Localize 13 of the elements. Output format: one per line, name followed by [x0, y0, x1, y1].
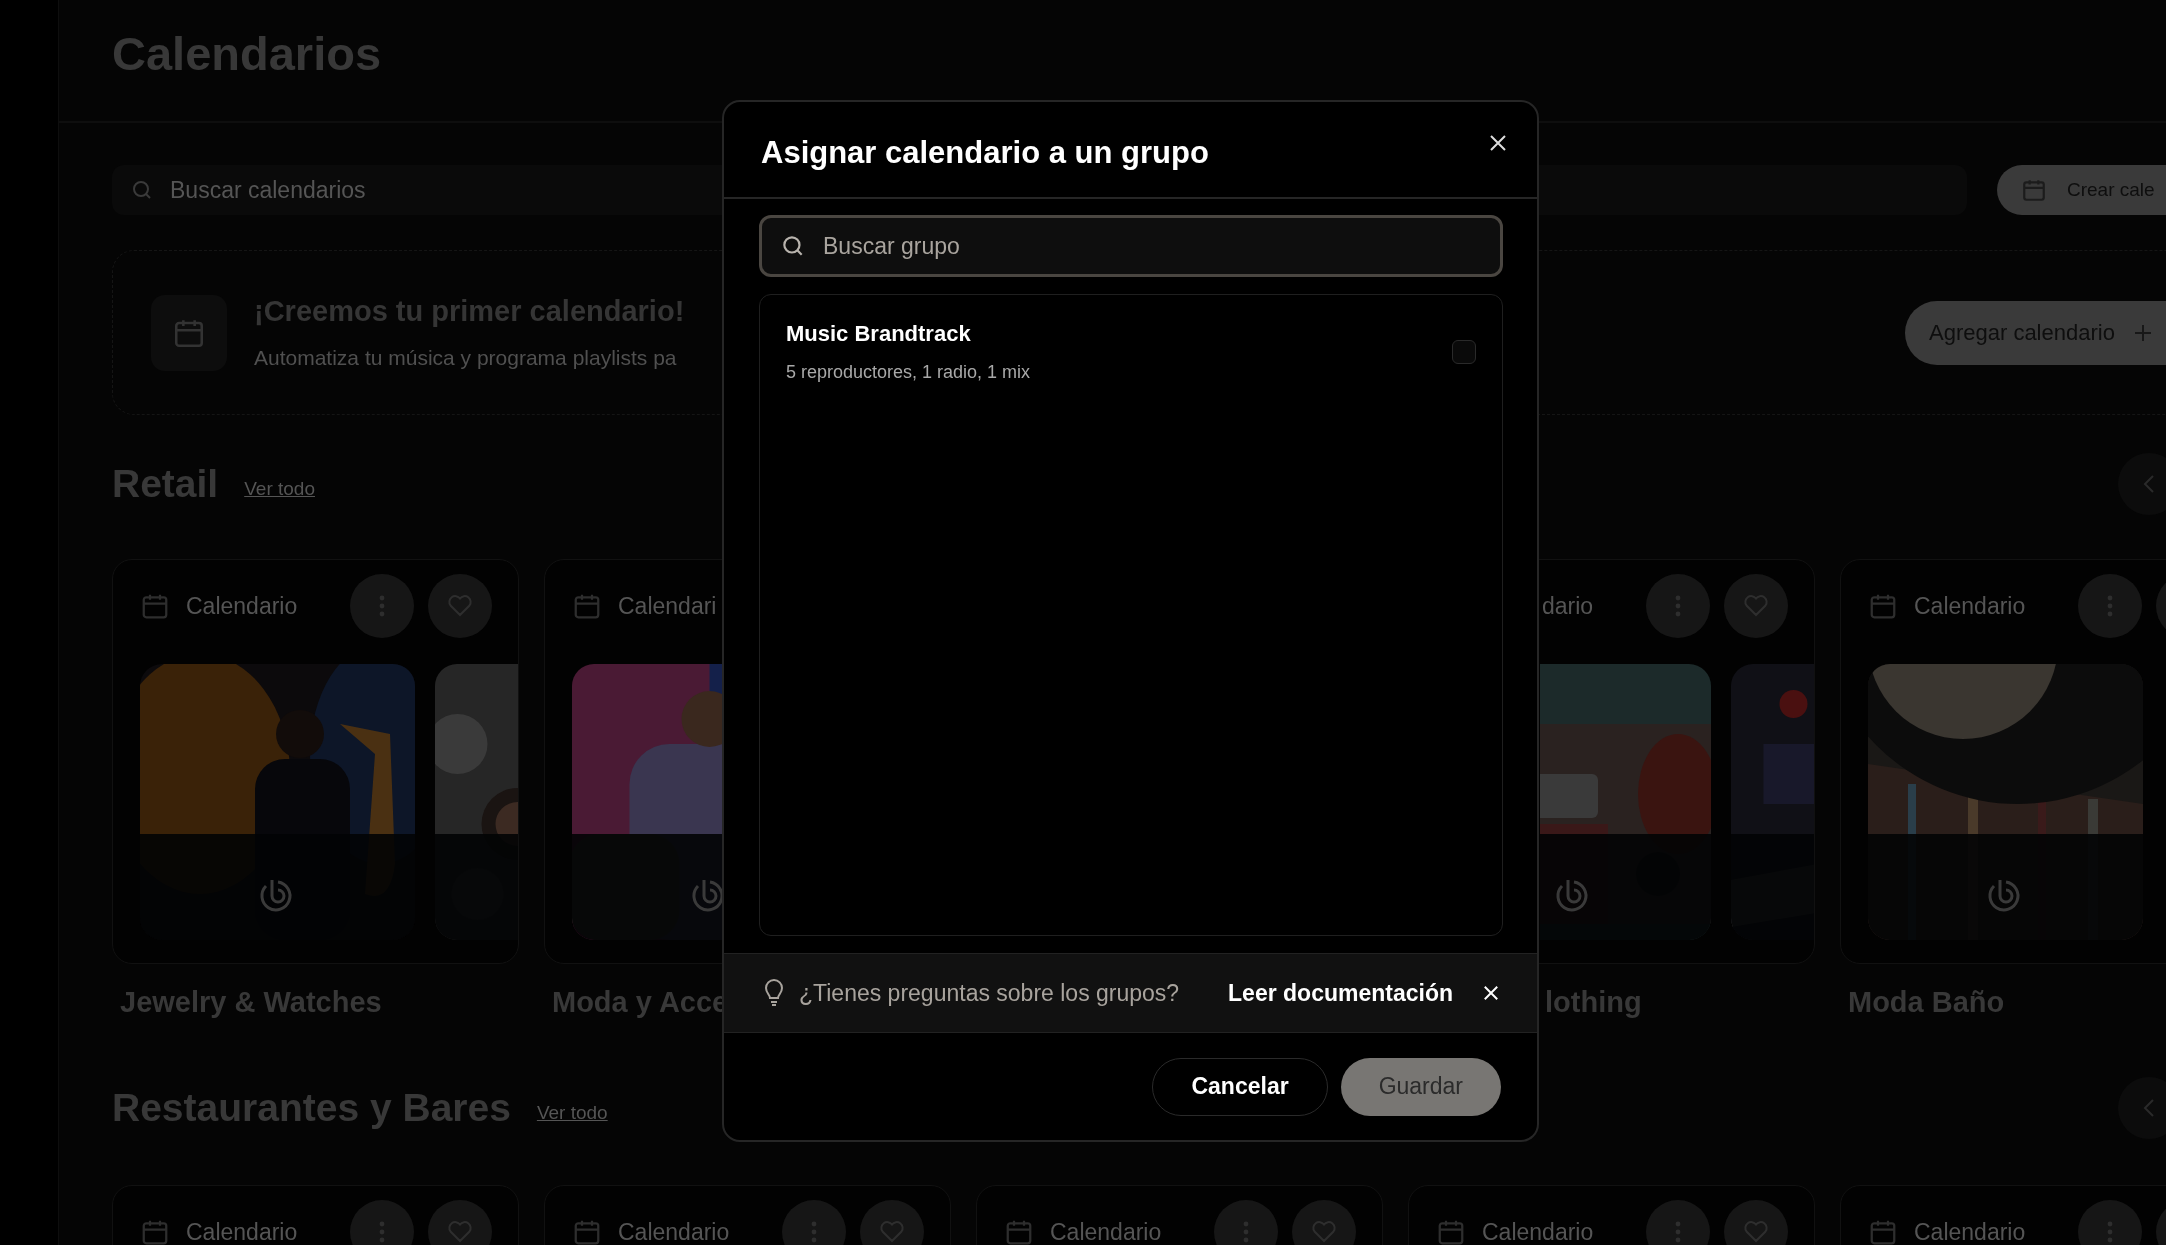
card-type-label: dario	[1542, 592, 1594, 620]
card-type-label: Calendario	[186, 592, 298, 620]
card-type-label: Calendario	[1914, 592, 2026, 620]
card-type-label: Calendario	[186, 1218, 298, 1245]
group-summary: 5 reproductores, 1 radio, 1 mix	[786, 362, 1032, 383]
card-type-label: Calendario	[618, 1218, 730, 1245]
card-type-label: Calendario	[1482, 1218, 1594, 1245]
card-type-label: Calendari	[618, 592, 717, 620]
promo-description: Automatiza tu música y programa playlists pa	[254, 346, 678, 370]
hint-text: ¿Tienes preguntas sobre los grupos?	[799, 979, 1180, 1007]
card-type-label: Calendario	[1914, 1218, 2026, 1245]
card-type-label: Calendario	[1050, 1218, 1162, 1245]
group-name: Music Brandtrack	[786, 321, 972, 347]
